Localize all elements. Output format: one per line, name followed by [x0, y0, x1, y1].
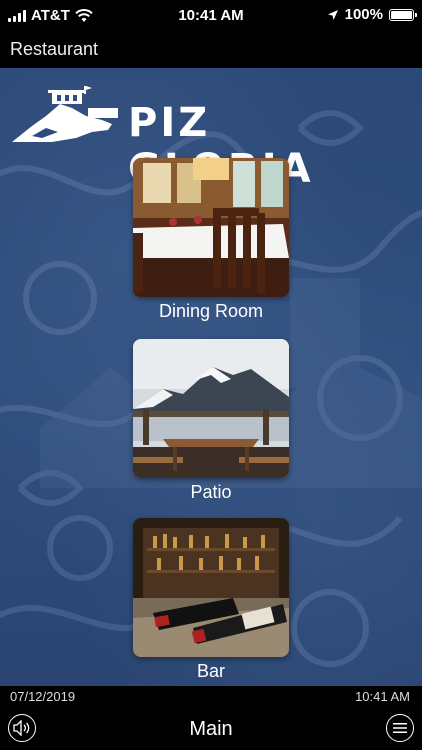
patio-label[interactable]: Patio: [133, 482, 289, 503]
dining-room-card[interactable]: Dining Room: [133, 158, 289, 322]
main-content: PIZ GLORIA: [0, 68, 422, 686]
dining-room-label[interactable]: Dining Room: [133, 301, 289, 322]
bar-label[interactable]: Bar: [133, 661, 289, 682]
footer-time: 10:41 AM: [355, 689, 410, 704]
location-arrow-icon: [327, 9, 338, 20]
footer-title: Main: [189, 718, 233, 740]
battery-icon: [389, 8, 417, 21]
menu-button[interactable]: [386, 714, 414, 742]
status-bar: AT&T 10:41 AM 100%: [0, 0, 422, 32]
mountain-building-icon: [12, 86, 118, 142]
patio-card[interactable]: Patio: [133, 339, 289, 503]
battery-percent: 100%: [344, 6, 383, 23]
footer-date: 07/12/2019: [10, 689, 76, 704]
nav-bar: Restaurant: [0, 32, 422, 69]
menu-icon: [393, 723, 407, 733]
dining-room-image[interactable]: [133, 158, 289, 297]
page-title: Restaurant: [10, 39, 99, 59]
bottom-bar: 07/12/2019 10:41 AM Main: [0, 686, 422, 750]
patio-image[interactable]: [133, 339, 289, 478]
bar-card[interactable]: Bar: [133, 518, 289, 682]
bar-image[interactable]: [133, 518, 289, 657]
piz-gloria-logo: PIZ GLORIA: [12, 82, 412, 192]
status-right: 100%: [327, 6, 417, 23]
